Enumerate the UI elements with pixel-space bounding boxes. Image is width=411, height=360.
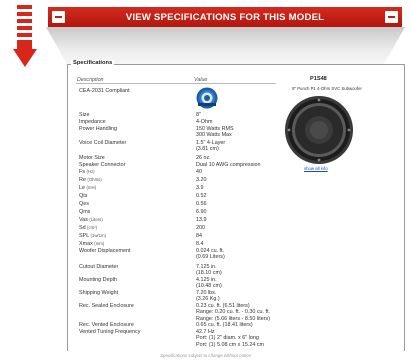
spec-value-qms: 6.90 — [196, 209, 207, 215]
spec-value-qes: 0.56 — [196, 201, 207, 207]
spec-value-fs: 40 — [196, 169, 202, 175]
spec-label-cutout: Cutout Diameter — [79, 264, 119, 270]
spec-label-mounting-depth: Mounting Depth — [79, 277, 118, 283]
spec-label-cea: CEA-2031 Compliant — [79, 88, 130, 94]
spec-value-voice-coil: 1.5" 4-Layer (3.81 cm) — [196, 140, 226, 153]
spec-value-xmax: 8.4 — [196, 241, 204, 247]
spec-label-size: Size — [79, 112, 90, 118]
spec-value-sd: 200 — [196, 225, 205, 231]
spec-label-power: Power Handling — [79, 126, 118, 132]
spec-label-voice-coil: Voice Coil Diameter — [79, 140, 127, 146]
spec-value-vas: 13.9 — [196, 217, 207, 223]
collapse-left-icon[interactable] — [52, 11, 65, 23]
spec-label-vas: Vas (Liters) — [79, 217, 103, 223]
specifications-footnote: Specifications subject to change without… — [160, 353, 251, 358]
spec-label-spl: SPL (1w/1m) — [79, 233, 107, 239]
spec-value-spl: 84 — [196, 233, 202, 239]
spec-value-mounting-depth: 4.125 in. (10.48 cm) — [196, 277, 222, 290]
subwoofer-image[interactable] — [284, 95, 354, 165]
spec-label-motor: Motor Size — [79, 155, 105, 161]
product-image-caption: 8" Punch P1 4-Ohm SVC Subwoofer — [292, 86, 362, 91]
spec-label-xmax: Xmax (mm) — [79, 241, 105, 247]
spec-value-motor: 26 oz. — [196, 155, 211, 161]
spec-label-shipping-weight: Shipping Weight — [79, 290, 119, 296]
spec-value-re: 3.20 — [196, 177, 207, 183]
spec-value-sealed-enclosure: 0.23 cu. ft. (6.51 liters) Range: 0.20 c… — [196, 303, 271, 322]
banner-title: VIEW SPECIFICATIONS FOR THIS MODEL — [125, 11, 325, 23]
spec-label-sd: Sd (cm²) — [79, 225, 98, 231]
spec-value-qts: 0.52 — [196, 193, 207, 199]
down-arrow-icon — [13, 5, 37, 67]
spec-value-power: 150 Watts RMS 300 Watts Max — [196, 126, 234, 139]
view-specifications-banner[interactable]: VIEW SPECIFICATIONS FOR THIS MODEL — [48, 7, 402, 27]
spec-value-displacement: 0.024 cu. ft. (0.69 Liters) — [196, 248, 225, 261]
spec-value-tuning-frequency: 42.7 Hz Port: (1) 2" diam. x 6" long Por… — [196, 329, 265, 348]
spec-label-sealed-enclosure: Rec. Sealed Enclosure — [79, 303, 134, 309]
specifications-legend: Specifications — [71, 60, 115, 66]
spec-value-cutout: 7.125 in. (18.10 cm) — [196, 264, 222, 277]
spec-label-tuning-frequency: Vented Tuning Frequency — [79, 329, 141, 335]
spec-label-connector: Speaker Connector — [79, 162, 126, 168]
spec-value-shipping-weight: 7.20 lbs. (3.26 Kg.) — [196, 290, 220, 303]
model-number: P1S48 — [310, 76, 327, 82]
spec-label-le: Le (mH) — [79, 185, 97, 191]
spec-value-connector: Dual 10 AWG compression — [196, 162, 261, 168]
show-all-info-link[interactable]: show all info — [304, 166, 328, 171]
spec-value-size: 8" — [196, 112, 201, 118]
spec-value-impedance: 4-Ohm — [196, 119, 213, 125]
header-divider — [76, 83, 276, 84]
spec-label-displacement: Woofer Displacement — [79, 248, 131, 254]
spec-label-qes: Qes — [79, 201, 89, 207]
collapse-right-icon[interactable] — [385, 11, 398, 23]
panel-top-border — [67, 64, 405, 65]
spec-label-fs: Fs (Hz) — [79, 169, 95, 175]
cea-2031-badge-icon — [196, 87, 218, 109]
spec-label-qms: Qms — [79, 209, 91, 215]
spec-value-le: 3.9 — [196, 185, 204, 191]
spec-label-re: Re (Ohms) — [79, 177, 102, 183]
spec-label-qts: Qts — [79, 193, 88, 199]
spec-label-impedance: Impedance — [79, 119, 106, 125]
spec-label-vented-enclosure: Rec. Vented Enclosure — [79, 322, 134, 328]
spec-value-vented-enclosure: 0.65 cu. ft. (18.41 liters) — [196, 322, 253, 328]
